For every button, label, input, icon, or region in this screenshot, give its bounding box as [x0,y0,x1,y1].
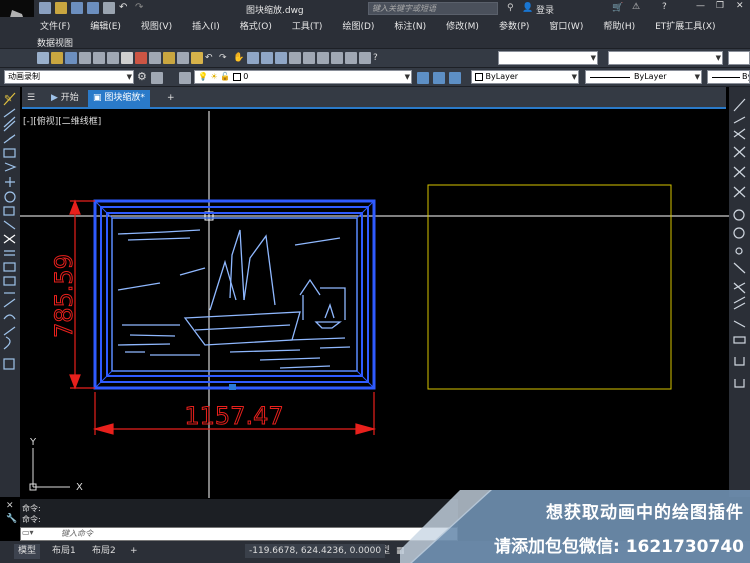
command-close-icon[interactable]: ✕ [6,501,14,511]
horizontal-dimension-text: 1157.47 [184,402,283,430]
ucs-x-label: X [76,482,83,493]
grip-handle[interactable] [229,384,236,390]
tab-layout2[interactable]: 布局2 [88,544,120,559]
command-line-2: 命令: [22,515,41,524]
tab-add-layout[interactable]: + [126,544,142,559]
drawing-content: 785.59 1157.47 Y X [20,111,729,498]
promo-overlay: 想获取动画中的绘图插件 请添加包包微信: 1621730740 [400,490,750,563]
coordinate-readout: -119.6678, 624.4236, 0.0000 [245,544,386,558]
command-line-1: 命令: [22,504,41,513]
command-prompt-icon[interactable]: ▭▾ [22,528,34,537]
tab-model[interactable]: 模型 [14,544,41,559]
promo-line-1: 想获取动画中的绘图插件 [546,503,744,523]
vertical-dimension-text: 785.59 [50,254,78,338]
promo-line-2: 请添加包包微信: 1621730740 [493,537,744,557]
command-settings-icon[interactable]: 🔧 [6,514,17,524]
ucs-y-label: Y [29,437,37,448]
sailboat-drawing [117,229,351,369]
ucs-icon [29,448,70,491]
command-input[interactable]: 键入命令 [20,527,458,541]
tab-layout1[interactable]: 布局1 [48,544,80,559]
